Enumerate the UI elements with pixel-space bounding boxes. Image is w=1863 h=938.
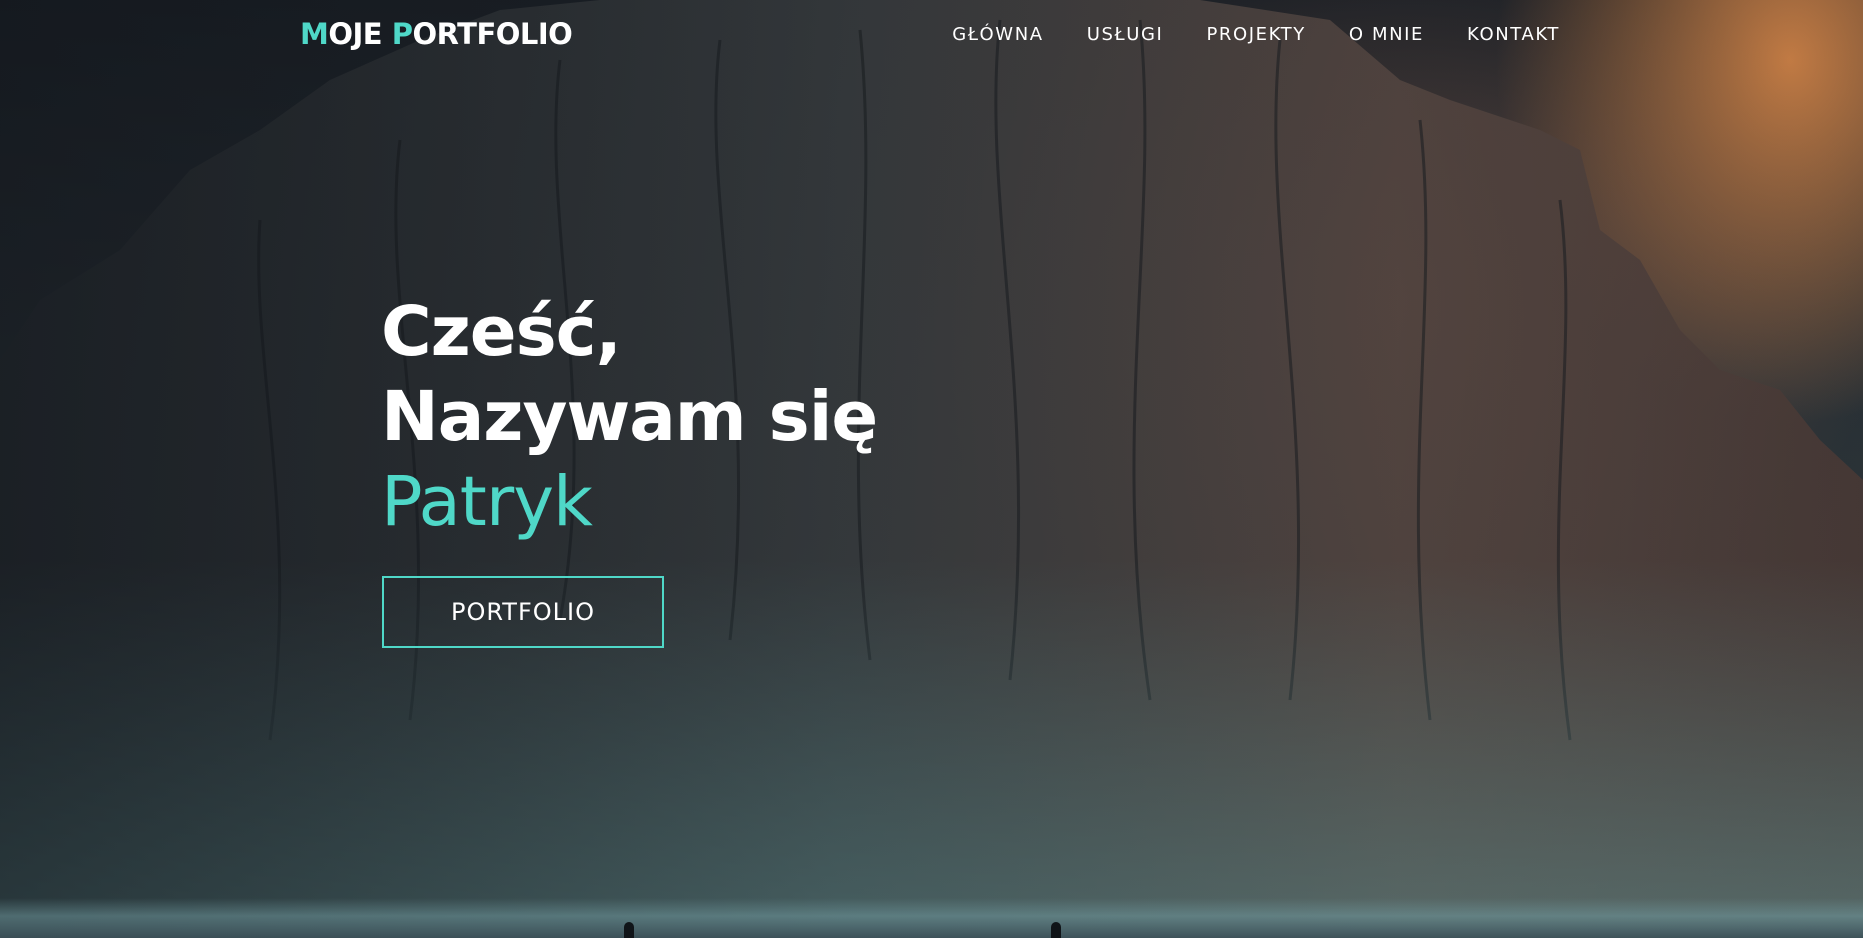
logo-accent-letter: P [391,17,413,51]
hero-intro: Nazywam się [381,377,878,457]
nav-link-contact[interactable]: KONTAKT [1467,24,1560,45]
navbar: MOJE PORTFOLIO GŁÓWNA USŁUGI PROJEKTY O … [0,0,1863,74]
hero-greeting: Cześć, [381,292,622,372]
nav-link-about[interactable]: O MNIE [1349,24,1424,45]
hero-name: Patryk [381,462,593,542]
surfer-silhouette [1051,922,1061,938]
nav-link-projects[interactable]: PROJEKTY [1206,24,1305,45]
site-logo[interactable]: MOJE PORTFOLIO [300,17,573,51]
sea-waves [0,898,1863,938]
logo-accent-letter: M [300,17,329,51]
nav-links: GŁÓWNA USŁUGI PROJEKTY O MNIE KONTAKT [952,24,1560,45]
surfer-silhouette [624,922,634,938]
nav-link-services[interactable]: USŁUGI [1087,24,1164,45]
logo-text: OJE [328,17,392,51]
overlay-scrim [0,0,1863,938]
nav-link-home[interactable]: GŁÓWNA [952,24,1043,45]
logo-text: ORTFOLIO [412,17,573,51]
hero-heading: Cześć, Nazywam się Patryk [381,290,878,545]
portfolio-button[interactable]: PORTFOLIO [382,576,664,648]
hero-section: MOJE PORTFOLIO GŁÓWNA USŁUGI PROJEKTY O … [0,0,1863,938]
